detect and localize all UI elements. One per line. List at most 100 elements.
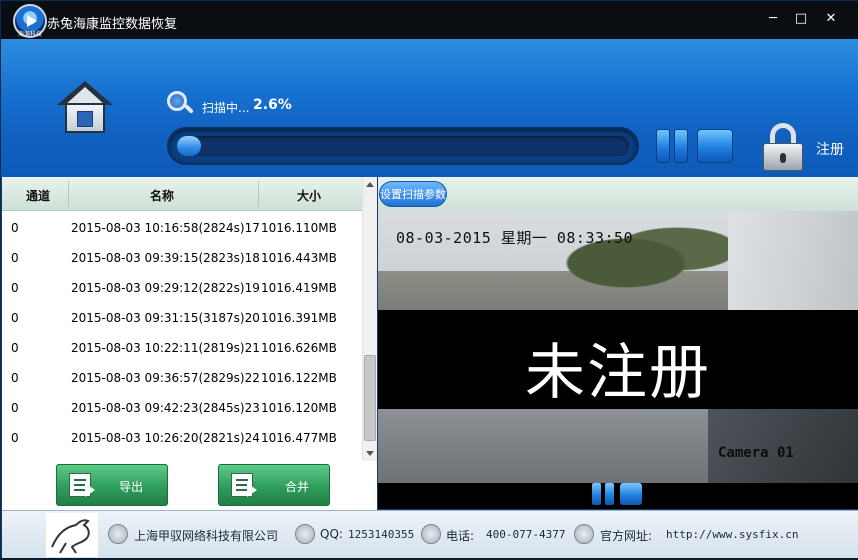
pause-scan-button[interactable] [656, 129, 692, 165]
title-bar[interactable]: 海源科技 赤兔海康监控数据恢复 ─ □ ✕ [1, 1, 858, 39]
row-name: 2015-08-03 09:42:23(2845s)23 [71, 401, 260, 415]
merge-arrow-icon [247, 483, 257, 497]
row-channel: 0 [11, 251, 19, 265]
globe-icon [574, 524, 594, 544]
row-channel: 0 [11, 401, 19, 415]
website-link[interactable]: http://www.sysfix.cn [666, 528, 798, 541]
horse-logo-icon [51, 519, 90, 554]
header-panel: 扫描中... 2.6% 注册 [1, 39, 858, 177]
scroll-down-icon[interactable] [366, 451, 374, 456]
scan-percent: 2.6% [253, 97, 292, 113]
pause-icon-bar [605, 483, 614, 505]
row-channel: 0 [11, 221, 19, 235]
register-label[interactable]: 注册 [816, 139, 844, 159]
phone-number: 400-077-4377 [486, 528, 566, 541]
table-row[interactable]: 0 2015-08-03 10:16:58(2824s)17 1016.110MB [2, 213, 362, 243]
export-button[interactable]: 导出 [56, 464, 168, 506]
merge-label: 合并 [285, 480, 310, 494]
register-button[interactable] [763, 123, 803, 171]
home-button[interactable] [57, 81, 113, 137]
table-row[interactable]: 0 2015-08-03 10:26:20(2821s)24 1016.477MB [2, 423, 362, 453]
column-header-channel[interactable]: 通道 [26, 187, 50, 204]
row-channel: 0 [11, 371, 19, 385]
minimize-button[interactable]: ─ [765, 11, 781, 27]
row-name: 2015-08-03 09:29:12(2822s)19 [71, 281, 260, 295]
table-row[interactable]: 0 2015-08-03 09:36:57(2829s)22 1016.122MB [2, 363, 362, 393]
qq-number[interactable]: 1253140355 [348, 528, 414, 541]
preview-toolbar: 设置扫描参数 [378, 177, 858, 211]
row-name: 2015-08-03 10:16:58(2824s)17 [71, 221, 260, 235]
row-name: 2015-08-03 09:36:57(2829s)22 [71, 371, 260, 385]
qq-label: QQ: [320, 527, 343, 541]
table-row[interactable]: 0 2015-08-03 10:22:11(2819s)21 1016.626MB [2, 333, 362, 363]
table-row[interactable]: 0 2015-08-03 09:31:15(3187s)20 1016.391MB [2, 303, 362, 333]
unregistered-banner: 未注册 [378, 310, 858, 409]
scan-settings-button[interactable]: 设置扫描参数 [379, 181, 447, 207]
row-size: 1016.443MB [261, 251, 337, 265]
pause-icon [592, 483, 601, 505]
home-icon-door [77, 111, 93, 127]
company-name: 上海甲驭网络科技有限公司 [134, 529, 279, 543]
company-logo-icon [46, 513, 98, 557]
export-arrow-icon [85, 483, 95, 497]
scrollbar-thumb[interactable] [364, 355, 376, 441]
phone-label: 电话: [446, 529, 475, 543]
row-name: 2015-08-03 09:39:15(2823s)18 [71, 251, 260, 265]
list-header: 通道 名称 大小 [2, 177, 362, 211]
footer-bar: 上海甲驭网络科技有限公司 QQ: 1253140355 电话: 400-077-… [2, 510, 858, 558]
osd-datetime: 08-03-2015 星期一 08:33:50 [396, 229, 634, 247]
row-channel: 0 [11, 311, 19, 325]
list-scrollbar[interactable] [362, 177, 377, 461]
row-channel: 0 [11, 341, 19, 355]
column-header-size[interactable]: 大小 [297, 187, 321, 204]
app-logo-text: 海源科技 [17, 31, 42, 38]
table-row[interactable]: 0 2015-08-03 09:29:12(2822s)19 1016.419MB [2, 273, 362, 303]
row-size: 1016.110MB [261, 221, 337, 235]
file-list: 0 2015-08-03 10:16:58(2824s)17 1016.110MB 0… [2, 213, 362, 461]
merge-button[interactable]: 合并 [218, 464, 330, 506]
row-channel: 0 [11, 431, 19, 445]
video-preview: 08-03-2015 星期一 08:33:50 未注册 Camera 01 [378, 211, 858, 483]
lock-icon-keyhole [780, 153, 786, 163]
magnifier-lens [167, 91, 187, 111]
row-size: 1016.122MB [261, 371, 337, 385]
maximize-button[interactable]: □ [793, 11, 809, 27]
magnifier-handle [184, 104, 194, 114]
column-divider [258, 181, 259, 207]
osd-camera-label: Camera 01 [718, 445, 794, 461]
column-divider [68, 181, 69, 207]
row-size: 1016.120MB [261, 401, 337, 415]
row-size: 1016.419MB [261, 281, 337, 295]
table-row[interactable]: 0 2015-08-03 09:42:23(2845s)23 1016.120MB [2, 393, 362, 423]
table-row[interactable]: 0 2015-08-03 09:39:15(2823s)18 1016.443MB [2, 243, 362, 273]
row-channel: 0 [11, 281, 19, 295]
play-icon [27, 15, 37, 27]
scan-status-label: 扫描中... [202, 101, 250, 115]
row-size: 1016.477MB [261, 431, 337, 445]
unregistered-watermark: 未注册 [525, 338, 711, 408]
row-size: 1016.391MB [261, 311, 337, 325]
app-window: 海源科技 赤兔海康监控数据恢复 ─ □ ✕ 扫描中... 2.6% 注册 通道 … [0, 0, 858, 558]
progress-track [177, 136, 629, 156]
qq-icon [295, 524, 315, 544]
export-label: 导出 [119, 480, 144, 494]
video-pause-button[interactable] [592, 483, 616, 505]
pause-icon [656, 129, 670, 163]
video-stop-button[interactable] [620, 483, 642, 505]
scan-progress-bar [167, 127, 639, 165]
website-label: 官方网址: [600, 529, 653, 543]
pause-icon-bar [674, 129, 688, 163]
magnifier-icon [167, 91, 194, 117]
row-size: 1016.626MB [261, 341, 337, 355]
scroll-up-icon[interactable] [366, 182, 374, 187]
stop-scan-button[interactable] [697, 129, 733, 163]
column-header-name[interactable]: 名称 [150, 187, 174, 204]
row-name: 2015-08-03 10:22:11(2819s)21 [71, 341, 260, 355]
row-name: 2015-08-03 10:26:20(2821s)24 [71, 431, 260, 445]
close-button[interactable]: ✕ [823, 11, 839, 27]
video-controls [378, 483, 858, 509]
phone-icon [421, 524, 441, 544]
window-title: 赤兔海康监控数据恢复 [47, 17, 178, 32]
file-list-panel: 通道 名称 大小 0 2015-08-03 10:16:58(2824s)17 10… [2, 177, 377, 510]
row-name: 2015-08-03 09:31:15(3187s)20 [71, 311, 260, 325]
